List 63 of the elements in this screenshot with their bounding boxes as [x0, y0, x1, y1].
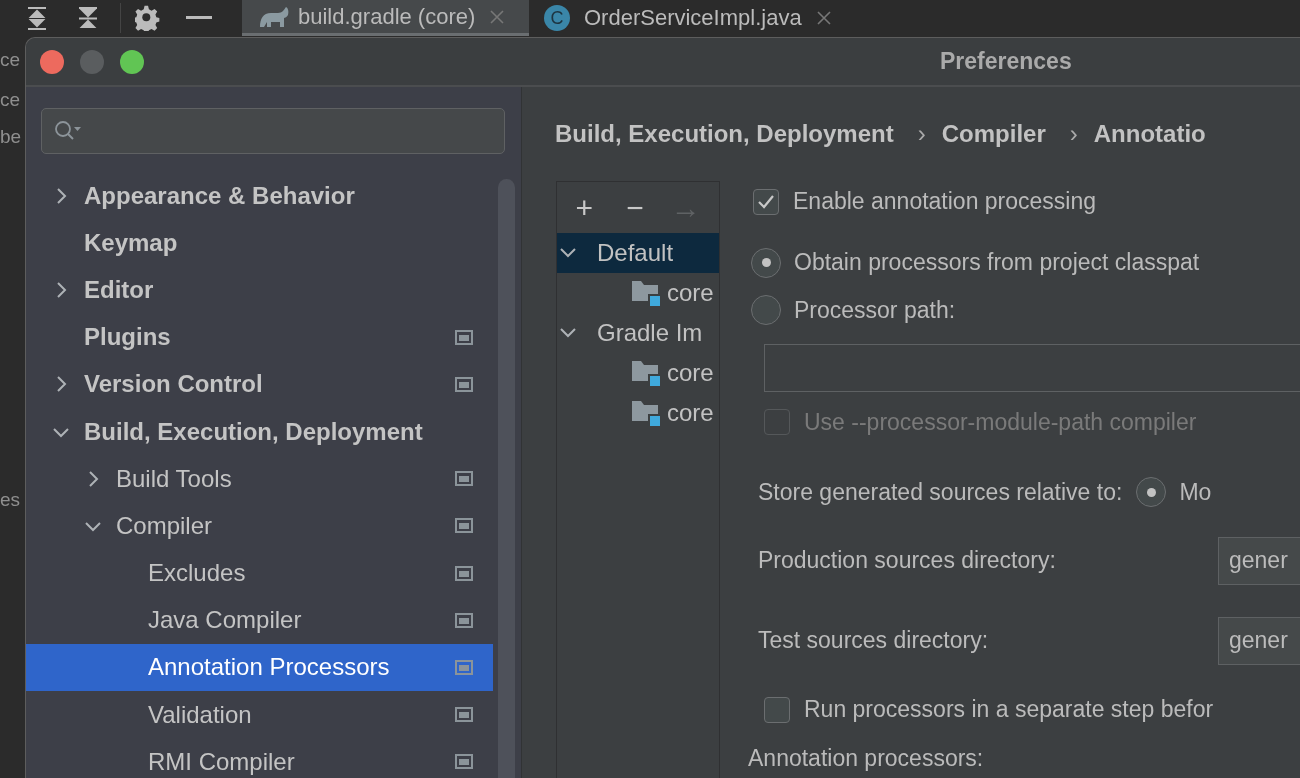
editor-text: be: [0, 125, 23, 149]
profile-tree-item[interactable]: Default: [557, 233, 719, 273]
settings-tree-item[interactable]: Appearance & Behavior: [26, 172, 493, 220]
settings-tree-item[interactable]: Excludes: [26, 549, 493, 597]
settings-tree-item[interactable]: Annotation Processors: [26, 643, 493, 692]
directory-field[interactable]: gener: [1218, 616, 1300, 665]
settings-tree-item[interactable]: Java Compiler: [26, 596, 493, 644]
section-heading: Annotation processors:: [748, 745, 984, 773]
settings-tree-item[interactable]: Version Control: [26, 360, 493, 408]
class-badge: C: [544, 5, 570, 31]
breadcrumb-separator: ›: [917, 120, 926, 148]
path-field[interactable]: [764, 344, 1300, 393]
profile-tree-item[interactable]: core: [557, 273, 719, 313]
window-title: Preferences: [940, 48, 1072, 75]
radio-label: Processor path:: [794, 296, 956, 324]
editor-text: ce: [0, 88, 22, 112]
editor-text: ce: [0, 48, 22, 72]
field-label: Production sources directory:: [758, 547, 1057, 575]
editor-text: es: [0, 488, 22, 512]
tool-button[interactable]: −: [617, 192, 653, 223]
module-folder-icon: [631, 359, 661, 387]
radio-label: Mo: [1179, 478, 1212, 506]
close-light[interactable]: [40, 49, 64, 74]
profile-tree-item[interactable]: core: [557, 353, 719, 393]
profile-tree-item[interactable]: core: [557, 393, 719, 433]
minimize-icon[interactable]: [186, 16, 212, 20]
zoom-light[interactable]: [120, 49, 144, 74]
settings-icon[interactable]: [135, 5, 161, 31]
checkbox-label: Run processors in a separate step befor: [804, 696, 1214, 724]
settings-tree-item[interactable]: Build, Execution, Deployment: [26, 407, 493, 456]
tool-button[interactable]: +: [567, 192, 602, 223]
settings-tree-item[interactable]: Validation: [26, 691, 493, 739]
breadcrumb-item[interactable]: Compiler: [941, 120, 1046, 148]
radio-button[interactable]: [1136, 477, 1167, 508]
checkbox[interactable]: [764, 696, 790, 723]
checkbox-label: Use --processor-module-path compiler: [804, 408, 1197, 436]
editor-tab[interactable]: build.gradle (core): [242, 0, 529, 36]
profile-tree-item[interactable]: Gradle Im: [557, 313, 719, 353]
close-icon[interactable]: [815, 10, 832, 26]
module-folder-icon: [631, 279, 661, 307]
settings-tree-item[interactable]: Plugins: [26, 313, 493, 361]
checkbox[interactable]: [753, 188, 779, 215]
elephant-icon: [258, 4, 290, 29]
settings-tree-item[interactable]: RMI Compiler: [26, 738, 493, 778]
option-label: Store generated sources relative to:: [758, 478, 1123, 506]
breadcrumb-separator: ›: [1069, 120, 1078, 148]
radio-button[interactable]: [751, 247, 781, 278]
breadcrumb-item[interactable]: Build, Execution, Deployment: [555, 120, 894, 148]
directory-field[interactable]: gener: [1218, 536, 1300, 585]
radio-button[interactable]: [751, 295, 781, 326]
settings-tree-item[interactable]: Editor: [26, 266, 493, 314]
settings-tree-item[interactable]: Build Tools: [26, 455, 493, 503]
settings-tree-item[interactable]: Compiler: [26, 502, 493, 550]
settings-tree-item[interactable]: Keymap: [26, 219, 493, 267]
search-icon: [54, 120, 84, 142]
field-label: Test sources directory:: [758, 627, 990, 655]
breadcrumb-item[interactable]: Annotatio: [1093, 120, 1206, 148]
checkbox-label: Enable annotation processing: [793, 188, 1097, 216]
radio-label: Obtain processors from project classpat: [794, 249, 1200, 277]
checkmark-icon: [757, 193, 775, 210]
editor-tab[interactable]: C OrderServiceImpl.java: [537, 0, 848, 36]
module-folder-icon: [631, 399, 661, 427]
search-field[interactable]: [41, 108, 505, 154]
